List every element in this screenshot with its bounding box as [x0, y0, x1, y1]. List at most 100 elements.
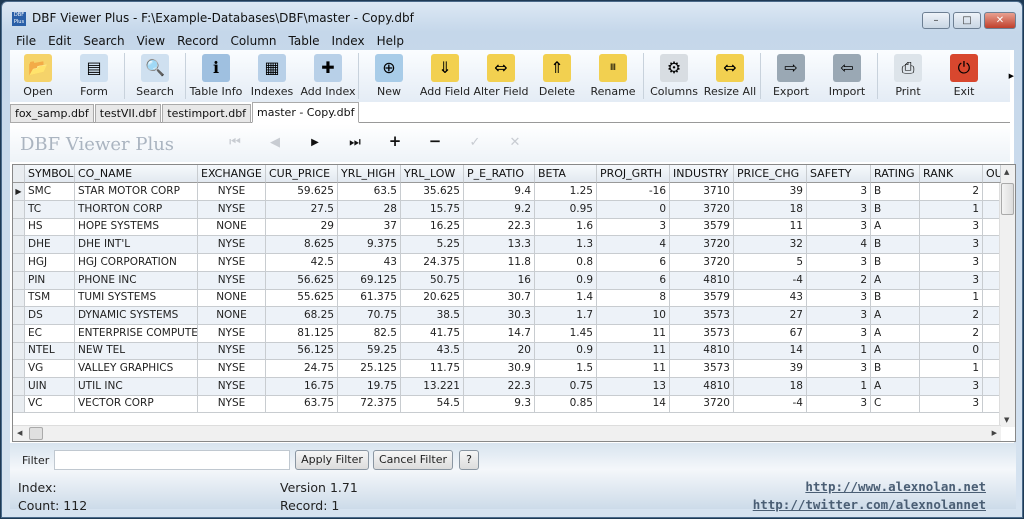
menu-edit[interactable]: Edit: [42, 34, 77, 50]
table-cell[interactable]: 1: [807, 342, 871, 361]
menu-file[interactable]: File: [10, 34, 42, 50]
delete-button[interactable]: ⇑ Delete: [529, 50, 585, 102]
menu-search[interactable]: Search: [77, 34, 130, 50]
table-cell[interactable]: PIN: [25, 271, 75, 290]
table-cell[interactable]: 3579: [670, 289, 734, 308]
table-cell[interactable]: 27: [734, 306, 807, 325]
table-cell[interactable]: NEW TEL: [75, 342, 198, 361]
table-cell[interactable]: 0.85: [535, 395, 597, 414]
table-row[interactable]: HS HOPE SYSTEMS NONE 29 37 16.25 22.3 1.6 3 3579 1…: [13, 218, 1001, 237]
table-cell[interactable]: A: [871, 377, 920, 396]
table-cell[interactable]: 1: [920, 289, 983, 308]
column-header[interactable]: P_E_RATIO: [464, 165, 535, 183]
table-cell[interactable]: 69.125: [338, 271, 401, 290]
row-indicator[interactable]: [13, 236, 25, 255]
table-cell[interactable]: A: [871, 306, 920, 325]
table-cell[interactable]: 14.7: [464, 324, 535, 343]
row-indicator[interactable]: [13, 360, 25, 378]
add-index-button[interactable]: ✚ Add Index: [300, 50, 356, 102]
open-button[interactable]: 📂 Open: [10, 50, 66, 102]
table-cell[interactable]: B: [871, 183, 920, 201]
resize-all-button[interactable]: ⇔ Resize All: [702, 50, 758, 102]
table-cell[interactable]: NYSE: [198, 395, 266, 414]
table-cell[interactable]: 8: [597, 289, 670, 308]
table-cell[interactable]: 41.75: [401, 324, 464, 343]
table-cell[interactable]: HGJ CORPORATION: [75, 253, 198, 272]
row-indicator[interactable]: [13, 377, 25, 396]
column-header[interactable]: SAFETY: [807, 165, 871, 183]
table-cell[interactable]: HGJ: [25, 253, 75, 272]
table-cell[interactable]: 3573: [670, 324, 734, 343]
table-row[interactable]: ▶ SMC STAR MOTOR CORP NYSE 59.625 63.5 35.625 9…: [13, 183, 1001, 201]
row-indicator[interactable]: ▶: [13, 183, 25, 201]
minimize-button[interactable]: –: [922, 12, 950, 29]
table-cell[interactable]: UIN: [25, 377, 75, 396]
table-cell[interactable]: 16.25: [401, 218, 464, 237]
last-record-icon[interactable]: ⏭: [345, 135, 365, 150]
table-cell[interactable]: -4: [734, 271, 807, 290]
table-row[interactable]: DS DYNAMIC SYSTEMS NONE 68.25 70.75 38.5 30.3 1…: [13, 306, 1001, 325]
table-cell[interactable]: 1: [807, 377, 871, 396]
scroll-left-icon[interactable]: ◀: [17, 429, 22, 437]
post-edit-icon[interactable]: ✓: [465, 135, 485, 150]
exit-button[interactable]: ⏻ Exit: [936, 50, 992, 102]
table-cell[interactable]: 3720: [670, 395, 734, 414]
table-cell[interactable]: 3720: [670, 236, 734, 255]
table-row[interactable]: TC THORTON CORP NYSE 27.5 28 15.75 9.2 0.95 0 372…: [13, 200, 1001, 219]
add-field-button[interactable]: ⇓ Add Field: [417, 50, 473, 102]
form-button[interactable]: ▤ Form: [66, 50, 122, 102]
table-cell[interactable]: B: [871, 200, 920, 219]
row-indicator[interactable]: [13, 271, 25, 290]
vertical-scroll-thumb[interactable]: [1001, 183, 1014, 215]
menu-view[interactable]: View: [131, 34, 171, 50]
table-cell[interactable]: 56.125: [266, 342, 338, 361]
table-cell[interactable]: DYNAMIC SYSTEMS: [75, 306, 198, 325]
table-cell[interactable]: 4810: [670, 377, 734, 396]
menu-column[interactable]: Column: [225, 34, 283, 50]
table-cell[interactable]: 24.75: [266, 360, 338, 378]
table-cell[interactable]: 22.3: [464, 377, 535, 396]
table-cell[interactable]: 6: [597, 271, 670, 290]
table-cell[interactable]: 2: [920, 306, 983, 325]
table-cell[interactable]: 1.6: [535, 218, 597, 237]
table-cell[interactable]: 0.8: [535, 253, 597, 272]
row-indicator[interactable]: [13, 395, 25, 414]
table-cell[interactable]: 28: [338, 200, 401, 219]
row-indicator[interactable]: [13, 218, 25, 237]
table-cell[interactable]: B: [871, 253, 920, 272]
table-cell[interactable]: 30.3: [464, 306, 535, 325]
table-cell[interactable]: 43: [734, 289, 807, 308]
table-cell[interactable]: 32: [734, 236, 807, 255]
table-cell[interactable]: 50.75: [401, 271, 464, 290]
table-cell[interactable]: NYSE: [198, 236, 266, 255]
table-cell[interactable]: 3: [807, 253, 871, 272]
table-cell[interactable]: 9.2: [464, 200, 535, 219]
table-cell[interactable]: 3: [807, 218, 871, 237]
data-grid[interactable]: VC VECTOR CORP NYSE 63.75 72.375 54.5 9.3 0.85 1…: [12, 164, 1016, 442]
table-cell[interactable]: 3573: [670, 306, 734, 325]
table-row[interactable]: VG VALLEY GRAPHICS NYSE 24.75 25.125 11.75 30.…: [13, 360, 1001, 378]
table-cell[interactable]: NONE: [198, 306, 266, 325]
table-cell[interactable]: 11: [734, 218, 807, 237]
column-header[interactable]: CUR_PRICE: [266, 165, 338, 183]
table-cell[interactable]: 0.9: [535, 271, 597, 290]
table-cell[interactable]: TUMI SYSTEMS: [75, 289, 198, 308]
table-cell[interactable]: 42.5: [266, 253, 338, 272]
table-cell[interactable]: 15.75: [401, 200, 464, 219]
column-header[interactable]: CO_NAME: [75, 165, 198, 183]
table-cell[interactable]: 1.3: [535, 236, 597, 255]
table-cell[interactable]: THORTON CORP: [75, 200, 198, 219]
table-row[interactable]: EC ENTERPRISE COMPUTER NYSE 81.125 82.5 41.75…: [13, 324, 1001, 343]
next-record-icon[interactable]: ▶: [305, 137, 325, 148]
table-cell[interactable]: 3720: [670, 253, 734, 272]
table-cell[interactable]: UTIL INC: [75, 377, 198, 396]
print-button[interactable]: ⎙ Print: [880, 50, 936, 102]
add-record-icon[interactable]: +: [385, 132, 405, 150]
table-cell[interactable]: 16.75: [266, 377, 338, 396]
table-cell[interactable]: 13: [597, 377, 670, 396]
table-cell[interactable]: 3: [920, 218, 983, 237]
row-indicator[interactable]: [13, 200, 25, 219]
table-cell[interactable]: 10: [597, 306, 670, 325]
table-cell[interactable]: 19.75: [338, 377, 401, 396]
table-cell[interactable]: 43.5: [401, 342, 464, 361]
